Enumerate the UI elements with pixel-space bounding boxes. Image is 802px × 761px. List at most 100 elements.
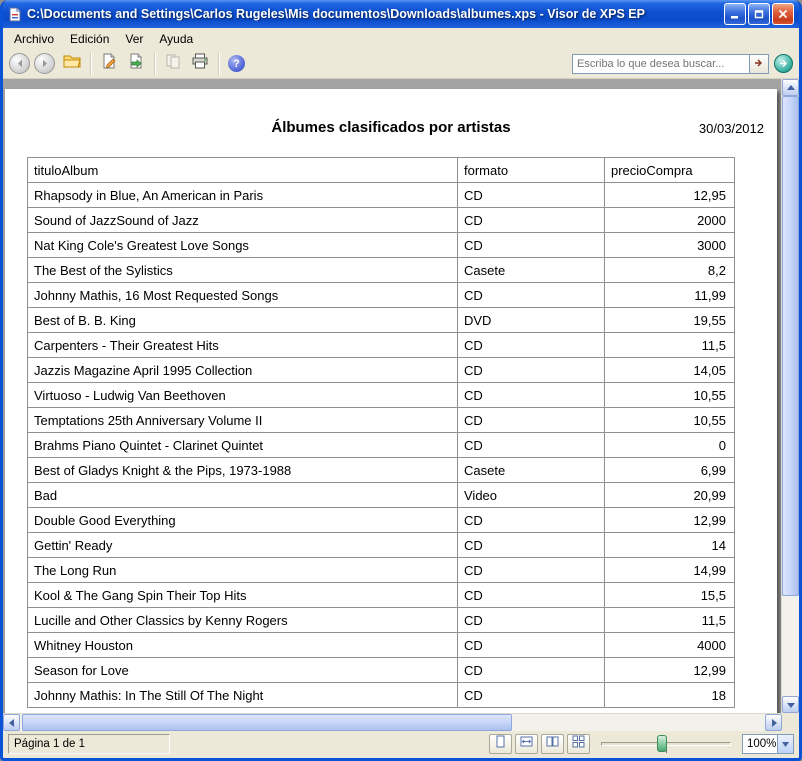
horizontal-scrollbar[interactable] — [3, 713, 782, 731]
table-cell: Jazzis Magazine April 1995 Collection — [28, 358, 458, 383]
table-cell: 8,2 — [605, 258, 735, 283]
menu-edicion[interactable]: Edición — [62, 30, 117, 48]
table-cell: Lucille and Other Classics by Kenny Roge… — [28, 608, 458, 633]
document-arrow-icon — [128, 53, 144, 74]
two-pages-icon — [546, 735, 559, 753]
table-cell: 11,5 — [605, 608, 735, 633]
zoom-level-select[interactable]: 100% — [742, 734, 794, 754]
minimize-button[interactable] — [724, 3, 746, 25]
table-cell: Sound of JazzSound of Jazz — [28, 208, 458, 233]
close-button[interactable] — [772, 3, 794, 25]
xps-viewer-window: C:\Documents and Settings\Carlos Rugeles… — [0, 0, 802, 761]
table-cell: CD — [458, 333, 605, 358]
export-button[interactable] — [123, 52, 148, 76]
table-cell: 10,55 — [605, 383, 735, 408]
search-next-button[interactable] — [774, 54, 793, 73]
menu-ayuda[interactable]: Ayuda — [151, 30, 201, 48]
table-cell: Bad — [28, 483, 458, 508]
back-button[interactable] — [9, 53, 30, 74]
scroll-left-button[interactable] — [3, 714, 20, 731]
save-as-button[interactable] — [96, 52, 121, 76]
help-button[interactable]: ? — [224, 52, 249, 76]
two-page-view-button[interactable] — [541, 734, 564, 754]
table-row: Season for LoveCD12,99 — [28, 658, 735, 683]
table-cell: CD — [458, 383, 605, 408]
table-row: Double Good EverythingCD12,99 — [28, 508, 735, 533]
scroll-down-button[interactable] — [782, 696, 799, 713]
one-page-view-button[interactable] — [489, 734, 512, 754]
menu-ver[interactable]: Ver — [117, 30, 151, 48]
open-button[interactable] — [59, 52, 84, 76]
vertical-scroll-thumb[interactable] — [782, 96, 799, 596]
report-title: Álbumes clasificados por artistas — [5, 119, 777, 137]
table-cell: The Best of the Sylistics — [28, 258, 458, 283]
xps-document-icon — [8, 7, 22, 22]
table-cell: 11,5 — [605, 333, 735, 358]
table-cell: Johnny Mathis, 16 Most Requested Songs — [28, 283, 458, 308]
table-cell: CD — [458, 233, 605, 258]
table-cell: Virtuoso - Ludwig Van Beethoven — [28, 383, 458, 408]
forward-button[interactable] — [34, 53, 55, 74]
search-box — [572, 54, 793, 74]
table-cell: CD — [458, 583, 605, 608]
table-cell: CD — [458, 408, 605, 433]
scroll-right-button[interactable] — [765, 714, 782, 731]
table-cell: CD — [458, 208, 605, 233]
table-cell: 14,99 — [605, 558, 735, 583]
next-arrow-icon — [779, 55, 788, 73]
table-cell: DVD — [458, 308, 605, 333]
table-cell: 15,5 — [605, 583, 735, 608]
table-cell: 19,55 — [605, 308, 735, 333]
zoom-slider-thumb[interactable] — [657, 735, 667, 752]
table-cell: CD — [458, 358, 605, 383]
table-row: Johnny Mathis: In The Still Of The Night… — [28, 683, 735, 708]
menu-archivo[interactable]: Archivo — [6, 30, 62, 48]
table-row: Gettin' ReadyCD14 — [28, 533, 735, 558]
table-cell: 12,99 — [605, 658, 735, 683]
table-cell: Gettin' Ready — [28, 533, 458, 558]
horizontal-scroll-track[interactable] — [20, 714, 765, 731]
chevron-down-icon[interactable] — [777, 735, 793, 753]
table-row: Brahms Piano Quintet - Clarinet QuintetC… — [28, 433, 735, 458]
fit-width-button[interactable] — [515, 734, 538, 754]
table-cell: 2000 — [605, 208, 735, 233]
table-cell: Kool & The Gang Spin Their Top Hits — [28, 583, 458, 608]
search-go-button[interactable] — [750, 54, 769, 74]
table-cell: 14 — [605, 533, 735, 558]
table-cell: 12,99 — [605, 508, 735, 533]
toolbar-separator — [218, 53, 220, 75]
scrollbar-corner — [782, 713, 799, 731]
table-cell: CD — [458, 508, 605, 533]
fit-width-icon — [520, 735, 533, 753]
document-pencil-icon — [101, 53, 117, 74]
vertical-scrollbar[interactable] — [781, 79, 799, 713]
zoom-slider[interactable] — [601, 734, 731, 754]
vertical-scroll-track[interactable] — [782, 96, 799, 696]
table-cell: Video — [458, 483, 605, 508]
maximize-button[interactable] — [748, 3, 770, 25]
help-icon: ? — [228, 55, 245, 72]
report-header: Álbumes clasificados por artistas 30/03/… — [5, 89, 777, 137]
copy-button[interactable] — [160, 52, 185, 76]
title-bar[interactable]: C:\Documents and Settings\Carlos Rugeles… — [3, 0, 799, 28]
table-row: Carpenters - Their Greatest HitsCD11,5 — [28, 333, 735, 358]
print-button[interactable] — [187, 52, 212, 76]
page-indicator: Página 1 de 1 — [8, 734, 170, 754]
album-table-body: Rhapsody in Blue, An American in ParisCD… — [28, 183, 735, 708]
thumbnails-view-button[interactable] — [567, 734, 590, 754]
table-cell: Casete — [458, 458, 605, 483]
table-cell: CD — [458, 633, 605, 658]
zoom-level-value: 100% — [743, 738, 777, 750]
back-arrow-icon — [16, 55, 24, 73]
table-cell: 0 — [605, 433, 735, 458]
scroll-up-button[interactable] — [782, 79, 799, 96]
table-cell: CD — [458, 533, 605, 558]
document-viewport[interactable]: Álbumes clasificados por artistas 30/03/… — [3, 79, 781, 713]
horizontal-scroll-thumb[interactable] — [22, 714, 512, 731]
table-cell: Rhapsody in Blue, An American in Paris — [28, 183, 458, 208]
table-cell: CD — [458, 433, 605, 458]
open-folder-icon — [63, 54, 81, 73]
table-cell: Temptations 25th Anniversary Volume II — [28, 408, 458, 433]
search-input[interactable] — [572, 54, 750, 74]
forward-arrow-icon — [41, 55, 49, 73]
